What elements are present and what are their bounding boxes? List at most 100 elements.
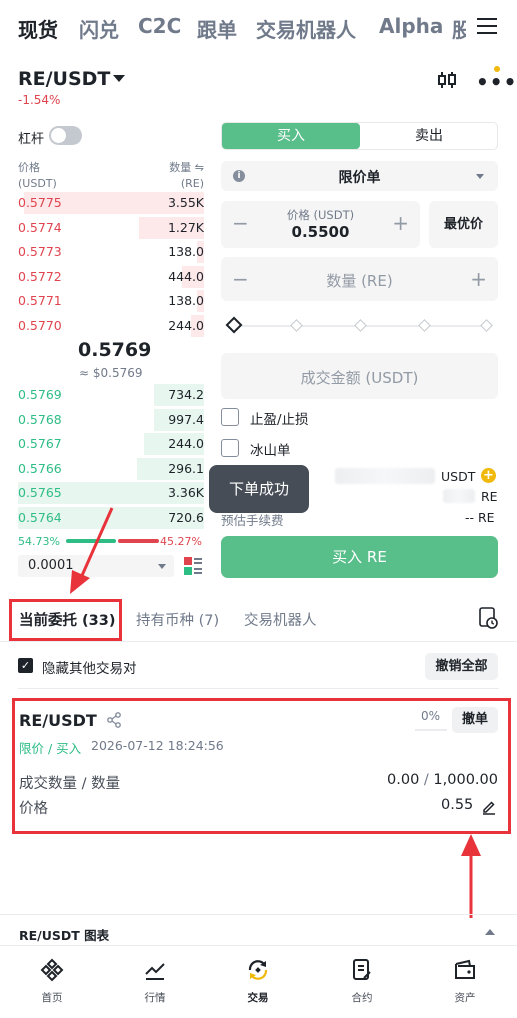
bid-row[interactable]: 0.5766 296.1: [18, 457, 204, 481]
orderbook-layout-icon[interactable]: [183, 556, 203, 576]
ask-price: 0.5770: [18, 317, 62, 333]
bid-row[interactable]: 0.5765 3.36K: [18, 481, 204, 505]
orderbook-qty-header[interactable]: 数量 ⇋ (RE): [161, 160, 204, 192]
slider-handle[interactable]: [225, 316, 243, 334]
nav-assets[interactable]: 资产: [430, 958, 500, 1005]
leverage-label: 杠杆: [18, 132, 45, 147]
menu-icon[interactable]: [477, 18, 497, 36]
edit-icon[interactable]: [481, 799, 497, 815]
sell-ratio-bar: [118, 539, 159, 543]
buy-tab[interactable]: 买入: [222, 123, 360, 149]
slider-mark-25[interactable]: [290, 319, 303, 332]
bid-qty: 720.6: [168, 509, 204, 525]
buy-button[interactable]: 买入 RE: [221, 536, 498, 578]
total-amount: 1,000.00: [433, 772, 498, 788]
orderbook-price-header: 价格 (USDT): [18, 161, 57, 190]
order-pair[interactable]: RE/USDT: [19, 711, 97, 730]
sell-ratio: 45.27%: [160, 535, 202, 548]
tab-holdings[interactable]: 持有币种 (7): [136, 609, 219, 630]
share-icon[interactable]: [106, 712, 122, 728]
ask-row[interactable]: 0.5774 1.27K: [18, 216, 204, 240]
home-icon: [40, 958, 64, 982]
nav-futures[interactable]: 合约: [327, 958, 397, 1005]
divider: [0, 641, 517, 642]
sell-tab[interactable]: 卖出: [360, 123, 498, 149]
price-label: 价格 (USDT): [286, 208, 355, 222]
iceberg-checkbox[interactable]: [221, 439, 239, 457]
bid-price: 0.5766: [18, 460, 62, 476]
bid-price: 0.5764: [18, 509, 62, 525]
nav-home[interactable]: 首页: [17, 958, 87, 1005]
amount-slider[interactable]: [225, 316, 493, 334]
deposit-icon[interactable]: +: [481, 468, 496, 483]
wallet-icon: [455, 959, 475, 979]
order-history-icon[interactable]: [478, 607, 498, 629]
pair-symbol[interactable]: RE/USDT: [18, 68, 110, 90]
tp-sl-checkbox[interactable]: [221, 408, 239, 426]
top-tab-bar: 现货 闪兑 C2C 跟单 交易机器人 Alpha 股: [0, 0, 517, 56]
chevron-up-icon[interactable]: [485, 929, 495, 935]
tab-stocks[interactable]: 股: [452, 14, 466, 43]
quantity-input[interactable]: − 数量 (RE) +: [221, 257, 498, 301]
bid-qty: 296.1: [168, 460, 204, 476]
ask-row[interactable]: 0.5772 444.0: [18, 265, 204, 289]
fee-value: -- RE: [465, 510, 495, 525]
plus-icon[interactable]: +: [470, 267, 487, 291]
bid-row[interactable]: 0.5767 244.0: [18, 432, 204, 456]
tab-trading-bots[interactable]: 交易机器人: [256, 14, 356, 43]
slider-mark-100[interactable]: [480, 319, 493, 332]
ask-qty: 244.0: [168, 317, 204, 333]
tab-spot[interactable]: 现货: [18, 14, 58, 43]
slider-mark-75[interactable]: [418, 319, 431, 332]
order-type-select[interactable]: i 限价单: [221, 161, 498, 191]
tab-alpha[interactable]: Alpha: [379, 14, 443, 38]
tab-convert[interactable]: 闪兑: [79, 14, 119, 43]
buy-ratio-bar: [66, 539, 116, 543]
last-price-fiat: ≈ $0.5769: [79, 366, 143, 380]
divider: [0, 914, 517, 915]
leverage-toggle[interactable]: [49, 126, 82, 145]
futures-doc-icon: [353, 959, 371, 980]
cancel-order-button[interactable]: 撤单: [452, 707, 498, 733]
chart-section-label[interactable]: RE/USDT 图表: [19, 925, 109, 944]
nav-markets[interactable]: 行情: [120, 958, 190, 1005]
bid-price: 0.5768: [18, 411, 62, 427]
bid-qty: 734.2: [168, 387, 204, 402]
ask-row[interactable]: 0.5770 244.0: [18, 314, 204, 338]
pair-dropdown-icon[interactable]: [113, 75, 125, 82]
precision-select[interactable]: 0.0001: [18, 555, 174, 577]
total-amount-input[interactable]: 成交金额 (USDT): [221, 353, 498, 399]
ask-price: 0.5773: [18, 244, 62, 259]
nav-trade[interactable]: 交易: [223, 958, 293, 1005]
best-price-button[interactable]: 最优价: [429, 201, 498, 248]
more-icon[interactable]: •••: [476, 70, 516, 94]
ask-row[interactable]: 0.5775 3.55K: [18, 191, 204, 215]
bid-row[interactable]: 0.5768 997.4: [18, 408, 204, 432]
slider-mark-50[interactable]: [354, 319, 367, 332]
filled-amount: 0.00: [387, 772, 420, 788]
order-price-label: 价格: [19, 801, 48, 817]
price-input[interactable]: − 价格 (USDT) 0.5500 +: [221, 201, 420, 248]
quantity-placeholder: 数量 (RE): [326, 272, 393, 290]
order-success-toast: 下单成功: [209, 465, 309, 513]
total-amount-placeholder: 成交金额 (USDT): [300, 369, 419, 387]
hide-other-pairs-checkbox[interactable]: ✓: [18, 658, 33, 673]
ask-row[interactable]: 0.5771 138.0: [18, 289, 204, 313]
tab-order-bots[interactable]: 交易机器人: [244, 609, 317, 630]
ask-qty: 1.27K: [167, 219, 204, 235]
cancel-all-button[interactable]: 撤销全部: [425, 653, 498, 680]
tab-c2c[interactable]: C2C: [138, 14, 181, 38]
iceberg-label: 冰山单: [250, 443, 291, 459]
plus-icon[interactable]: +: [392, 211, 409, 235]
ask-price: 0.5772: [18, 268, 62, 284]
candlestick-icon[interactable]: [436, 70, 458, 90]
ask-row[interactable]: 0.5773 138.0: [18, 240, 204, 264]
ask-qty: 3.55K: [167, 195, 204, 210]
bid-row[interactable]: 0.5764 720.6: [18, 506, 204, 530]
chevron-down-icon: [158, 564, 166, 569]
bid-price: 0.5769: [18, 387, 62, 402]
bid-row[interactable]: 0.5769 734.2: [18, 383, 204, 407]
max-buy-blurred: [443, 489, 475, 503]
tab-copy-trading[interactable]: 跟单: [197, 14, 237, 43]
divider: [0, 945, 517, 946]
